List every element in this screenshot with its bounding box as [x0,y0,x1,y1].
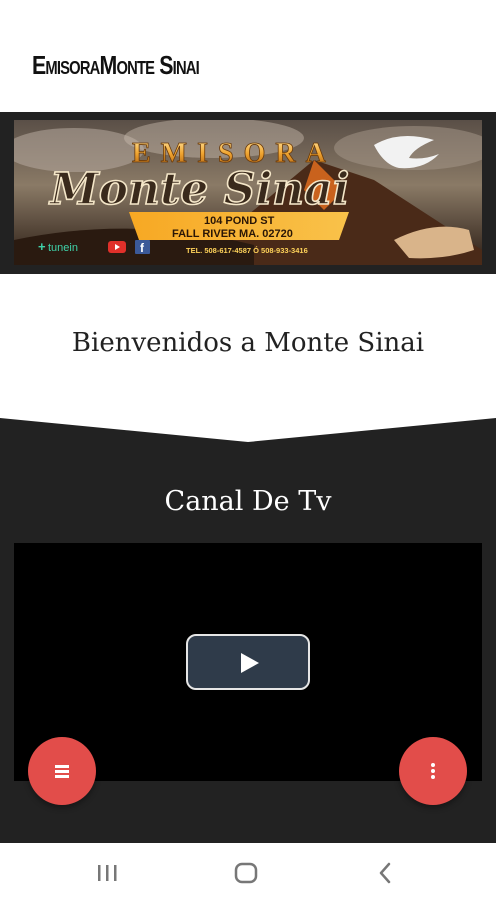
back-button[interactable] [355,843,415,900]
tv-section-title: Canal De Tv [164,486,332,517]
banner-address2: FALL RIVER MA. 02720 [172,228,293,240]
menu-fab-button[interactable] [28,737,96,805]
system-navigation-bar [0,843,496,900]
back-icon [379,862,391,884]
home-button[interactable] [216,843,276,900]
banner-image: EMISORA Monte Sinai 104 POND ST FALL RIV… [14,120,482,265]
svg-text:+: + [38,239,46,254]
play-icon [241,653,259,673]
banner-section: EMISORA Monte Sinai 104 POND ST FALL RIV… [0,112,496,274]
svg-text:tunein: tunein [48,242,78,254]
facebook-icon: f [135,240,150,255]
menu-icon [55,765,69,778]
home-icon [234,862,258,884]
more-options-fab-button[interactable] [399,737,467,805]
banner-address1: 104 POND ST [204,215,275,227]
recents-button[interactable] [78,843,138,900]
welcome-heading: Bienvenidos a Monte Sinai [71,328,425,358]
more-vert-icon [431,763,435,779]
play-button[interactable] [186,634,310,690]
app-header: EmisoraMonte Sinai [0,0,496,115]
tunein-icon: + tunein [38,239,78,254]
recents-icon [98,865,117,881]
banner-artwork: EMISORA Monte Sinai 104 POND ST FALL RIV… [14,120,482,265]
youtube-icon [108,241,126,253]
banner-logo-line2: Monte Sinai [48,164,349,215]
banner-phone: TEL. 508-617-4587 Ó 508-933-3416 [186,246,308,255]
app-title: EmisoraMonte Sinai [32,50,200,80]
